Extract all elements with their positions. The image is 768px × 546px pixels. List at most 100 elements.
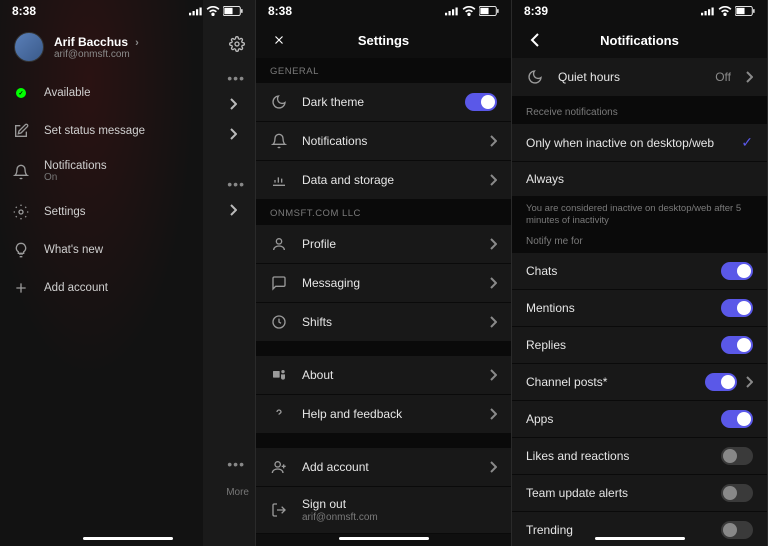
row-mentions: Mentions bbox=[512, 290, 767, 327]
toggle-team[interactable] bbox=[721, 484, 753, 502]
chevron-right-icon bbox=[489, 369, 497, 381]
battery-icon bbox=[735, 6, 755, 16]
row-profile[interactable]: Profile bbox=[256, 225, 511, 264]
toggle-apps[interactable] bbox=[721, 410, 753, 428]
row-signout[interactable]: Sign out arif@onmsft.com bbox=[256, 487, 511, 534]
menu-item-available[interactable]: ✓ Available bbox=[0, 74, 255, 112]
chevron-right-icon bbox=[489, 277, 497, 289]
row-notifications[interactable]: Notifications bbox=[256, 122, 511, 161]
toggle-trending[interactable] bbox=[721, 521, 753, 539]
row-quiethours[interactable]: Quiet hours Off bbox=[512, 58, 767, 97]
row-trending: Trending bbox=[512, 512, 767, 546]
toggle-likes[interactable] bbox=[721, 447, 753, 465]
quiet-value: Off bbox=[715, 70, 731, 84]
battery-icon bbox=[223, 6, 243, 16]
section-org: ONMSFT.COM LLC bbox=[256, 200, 511, 225]
phone-notifications: 8:39 Notifications Quiet hours Off Recei… bbox=[512, 0, 768, 546]
status-bar: 8:38 bbox=[256, 0, 511, 22]
edit-icon bbox=[12, 122, 30, 140]
status-time: 8:38 bbox=[12, 4, 36, 18]
row-label: Notifications bbox=[302, 134, 475, 148]
chevron-right-icon bbox=[489, 408, 497, 420]
row-label: Replies bbox=[526, 338, 566, 352]
home-indicator[interactable] bbox=[595, 537, 685, 540]
phone-drawer: ••• ••• ••• More 8:38 Arif Bacchus › ari… bbox=[0, 0, 256, 546]
chevron-right-icon bbox=[745, 376, 753, 388]
status-available-icon: ✓ bbox=[12, 84, 30, 102]
home-indicator[interactable] bbox=[83, 537, 173, 540]
back-icon[interactable] bbox=[526, 31, 544, 49]
chevron-right-icon bbox=[489, 461, 497, 473]
row-likes: Likes and reactions bbox=[512, 438, 767, 475]
spacer bbox=[256, 342, 511, 356]
profile-email: arif@onmsft.com bbox=[54, 49, 139, 60]
bell-icon bbox=[270, 132, 288, 150]
menu-sublabel: On bbox=[44, 172, 107, 183]
toggle-darktheme[interactable] bbox=[465, 93, 497, 111]
row-label: Apps bbox=[526, 412, 553, 426]
option-always[interactable]: Always bbox=[512, 162, 767, 197]
row-apps: Apps bbox=[512, 401, 767, 438]
moon-icon bbox=[526, 68, 544, 86]
help-text: You are considered inactive on desktop/w… bbox=[512, 197, 767, 232]
bell-icon bbox=[12, 163, 30, 181]
signal-icon bbox=[189, 6, 203, 16]
row-label: About bbox=[302, 368, 475, 382]
row-messaging[interactable]: Messaging bbox=[256, 264, 511, 303]
person-plus-icon bbox=[270, 458, 288, 476]
nav-title: Notifications bbox=[512, 33, 767, 48]
menu-item-settings[interactable]: Settings bbox=[0, 193, 255, 231]
status-right bbox=[189, 6, 243, 16]
menu-item-status[interactable]: Set status message bbox=[0, 112, 255, 150]
row-label: Data and storage bbox=[302, 173, 475, 187]
wifi-icon bbox=[462, 6, 476, 16]
toggle-channel[interactable] bbox=[705, 373, 737, 391]
chevron-right-icon bbox=[489, 316, 497, 328]
row-label: Shifts bbox=[302, 315, 475, 329]
row-label: Add account bbox=[302, 460, 475, 474]
menu-label: What's new bbox=[44, 244, 103, 256]
chevron-right-icon bbox=[745, 71, 753, 83]
spacer bbox=[256, 434, 511, 448]
wifi-icon bbox=[718, 6, 732, 16]
toggle-replies[interactable] bbox=[721, 336, 753, 354]
clock-icon bbox=[270, 313, 288, 331]
chevron-right-icon bbox=[489, 238, 497, 250]
more-dots-icon[interactable]: ••• bbox=[227, 456, 245, 472]
menu-item-addaccount[interactable]: Add account bbox=[0, 269, 255, 307]
row-help[interactable]: Help and feedback bbox=[256, 395, 511, 434]
row-label: Messaging bbox=[302, 276, 475, 290]
row-darktheme[interactable]: Dark theme bbox=[256, 83, 511, 122]
row-data[interactable]: Data and storage bbox=[256, 161, 511, 200]
status-bar: 8:38 bbox=[0, 0, 255, 22]
phone-settings: 8:38 Settings GENERAL Dark theme Notific… bbox=[256, 0, 512, 546]
home-indicator[interactable] bbox=[339, 537, 429, 540]
option-inactive[interactable]: Only when inactive on desktop/web ✓ bbox=[512, 124, 767, 162]
header-notify: Notify me for bbox=[512, 232, 767, 253]
row-label: Likes and reactions bbox=[526, 449, 629, 463]
row-addaccount[interactable]: Add account bbox=[256, 448, 511, 487]
status-right bbox=[701, 6, 755, 16]
close-icon[interactable] bbox=[270, 31, 288, 49]
header-receive: Receive notifications bbox=[512, 97, 767, 124]
row-chats: Chats bbox=[512, 253, 767, 290]
row-channel[interactable]: Channel posts* bbox=[512, 364, 767, 401]
menu-label: Set status message bbox=[44, 125, 145, 137]
menu-label: Available bbox=[44, 87, 90, 99]
menu-item-whatsnew[interactable]: What's new bbox=[0, 231, 255, 269]
row-replies: Replies bbox=[512, 327, 767, 364]
row-about[interactable]: About bbox=[256, 356, 511, 395]
help-icon bbox=[270, 405, 288, 423]
profile-row[interactable]: Arif Bacchus › arif@onmsft.com bbox=[0, 22, 255, 74]
toggle-chats[interactable] bbox=[721, 262, 753, 280]
chevron-right-icon: › bbox=[132, 37, 139, 49]
avatar bbox=[14, 32, 44, 62]
profile-name: Arif Bacchus bbox=[54, 35, 128, 49]
status-right bbox=[445, 6, 499, 16]
row-shifts[interactable]: Shifts bbox=[256, 303, 511, 342]
toggle-mentions[interactable] bbox=[721, 299, 753, 317]
gear-icon bbox=[12, 203, 30, 221]
moon-icon bbox=[270, 93, 288, 111]
menu-item-notifications[interactable]: Notifications On bbox=[0, 150, 255, 193]
nav-title: Settings bbox=[256, 33, 511, 48]
